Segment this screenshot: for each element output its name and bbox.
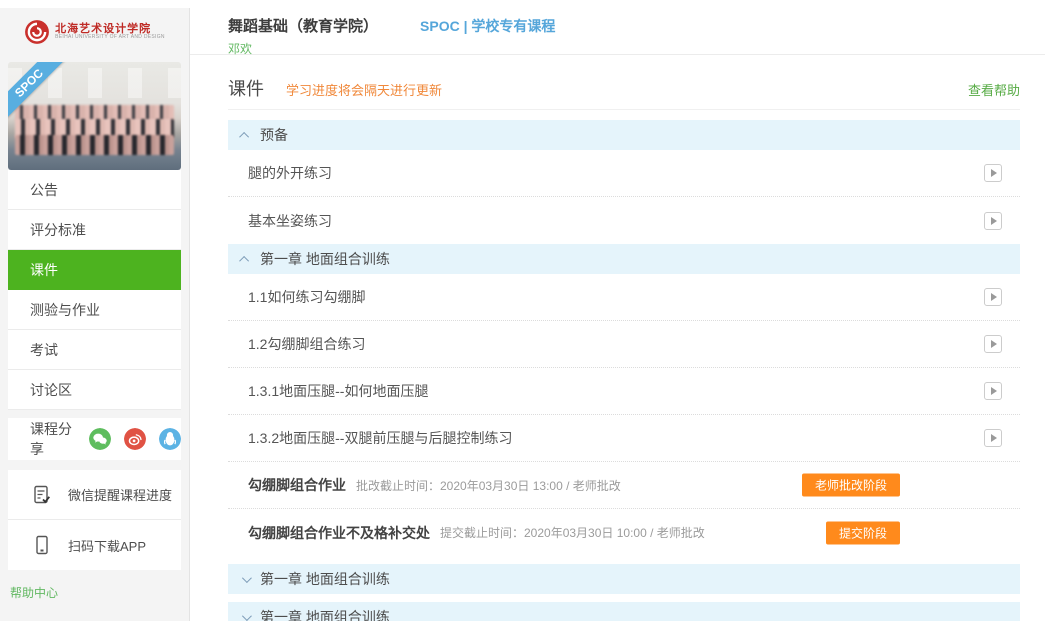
main-content: 课件 学习进度将会隔天进行更新 查看帮助 预备 腿的外开练习 基本坐姿练习 第一… xyxy=(190,55,1045,621)
play-icon[interactable] xyxy=(984,164,1002,182)
lesson-row[interactable]: 腿的外开练习 xyxy=(228,150,1020,197)
sidebar-item-grading-criteria[interactable]: 评分标准 xyxy=(8,210,181,250)
section-header-chapter1[interactable]: 第一章 地面组合训练 xyxy=(228,244,1020,274)
status-badge: 老师批改阶段 xyxy=(801,473,900,497)
chevron-up-icon xyxy=(239,255,250,266)
assignment-title: 勾绷脚组合作业 xyxy=(248,477,346,493)
school-logo-icon xyxy=(25,19,50,44)
weibo-icon[interactable] xyxy=(124,428,146,450)
section-header-prep[interactable]: 预备 xyxy=(228,120,1020,150)
scan-download-button[interactable]: 扫码下载APP xyxy=(8,520,181,570)
assignment-title: 勾绷脚组合作业不及格补交处 xyxy=(248,524,430,541)
progress-update-notice: 学习进度将会隔天进行更新 xyxy=(286,83,443,98)
sidebar-item-exams[interactable]: 考试 xyxy=(8,330,181,370)
page-title: 课件 xyxy=(228,79,264,99)
phone-icon xyxy=(36,535,48,555)
sidebar-menu: 公告 评分标准 课件 测验与作业 考试 讨论区 xyxy=(8,170,181,410)
course-share-label: 课程分享 xyxy=(30,421,72,457)
wechat-icon[interactable] xyxy=(89,428,111,450)
section-title: 预备 xyxy=(260,127,288,143)
play-icon[interactable] xyxy=(984,335,1002,353)
lesson-row[interactable]: 1.3.1地面压腿--如何地面压腿 xyxy=(228,368,1020,415)
lesson-row[interactable]: 1.3.2地面压腿--双腿前压腿与后腿控制练习 xyxy=(228,415,1020,462)
assignment-row[interactable]: 勾绷脚组合作业不及格补交处 提交截止时间：2020年03月30日 10:00 /… xyxy=(228,509,1020,556)
top-bar: 北海艺术设计学院 BEIHAI UNIVERSITY OF ART AND DE… xyxy=(0,8,1045,56)
divider xyxy=(228,109,1020,110)
course-header: 舞蹈基础（教育学院） SPOC | 学校专有课程 邓欢 xyxy=(190,8,1045,56)
view-help-link[interactable]: 查看帮助 xyxy=(968,80,1020,99)
play-icon[interactable] xyxy=(984,211,1002,230)
sidebar-tools: 微信提醒课程进度 扫码下载APP xyxy=(8,470,181,570)
photo-detail xyxy=(14,135,175,155)
lesson-title: 基本坐姿练习 xyxy=(248,212,332,229)
course-photo: SPOC xyxy=(8,62,181,170)
course-share: 课程分享 xyxy=(8,418,181,460)
sidebar-item-quizzes-homework[interactable]: 测验与作业 xyxy=(8,290,181,330)
course-type-label: SPOC | 学校专有课程 xyxy=(420,18,556,34)
assignment-row[interactable]: 勾绷脚组合作业 批改截止时间：2020年03月30日 13:00 / 老师批改 … xyxy=(228,462,1020,509)
play-icon[interactable] xyxy=(984,382,1002,400)
chevron-down-icon xyxy=(241,572,252,583)
qq-icon[interactable] xyxy=(159,428,181,450)
wechat-reminder-button[interactable]: 微信提醒课程进度 xyxy=(8,470,181,520)
lesson-row[interactable]: 基本坐姿练习 xyxy=(228,197,1020,244)
help-center-link[interactable]: 帮助中心 xyxy=(8,584,181,601)
courseware-header: 课件 学习进度将会隔天进行更新 查看帮助 xyxy=(228,75,1020,99)
course-title: 舞蹈基础（教育学院） xyxy=(228,18,379,35)
section-header-collapsed[interactable]: 第一章 地面组合训练 xyxy=(228,564,1020,594)
school-name-cn: 北海艺术设计学院 xyxy=(55,22,152,35)
lesson-title: 1.3.1地面压腿--如何地面压腿 xyxy=(248,383,429,399)
wechat-reminder-label: 微信提醒课程进度 xyxy=(68,488,173,503)
section-header-collapsed[interactable]: 第一章 地面组合训练 xyxy=(228,602,1020,621)
sidebar-item-courseware[interactable]: 课件 xyxy=(8,250,181,290)
assignment-deadline: 批改截止时间：2020年03月30日 13:00 / 老师批改 xyxy=(356,478,621,493)
lesson-title: 1.1如何练习勾绷脚 xyxy=(248,289,366,305)
chevron-down-icon xyxy=(241,610,252,621)
lesson-row[interactable]: 1.1如何练习勾绷脚 xyxy=(228,274,1020,321)
section-title: 第一章 地面组合训练 xyxy=(260,251,390,267)
checklist-icon xyxy=(34,485,51,503)
sidebar-item-discussion[interactable]: 讨论区 xyxy=(8,370,181,410)
chevron-up-icon xyxy=(239,131,250,142)
play-icon[interactable] xyxy=(984,288,1002,306)
lesson-title: 腿的外开练习 xyxy=(248,165,332,181)
sidebar-item-announcements[interactable]: 公告 xyxy=(8,170,181,210)
section-title: 第一章 地面组合训练 xyxy=(260,609,390,621)
lesson-row[interactable]: 1.2勾绷脚组合练习 xyxy=(228,321,1020,368)
school-name-en: BEIHAI UNIVERSITY OF ART AND DESIGN xyxy=(55,33,165,40)
lesson-title: 1.2勾绷脚组合练习 xyxy=(248,336,366,352)
section-title: 第一章 地面组合训练 xyxy=(260,571,390,587)
lesson-title: 1.3.2地面压腿--双腿前压腿与后腿控制练习 xyxy=(248,430,513,446)
sidebar: SPOC 公告 评分标准 课件 测验与作业 考试 讨论区 课程分享 微信提醒课程… xyxy=(0,55,190,621)
scan-download-label: 扫码下载APP xyxy=(68,538,147,554)
assignment-deadline: 提交截止时间：2020年03月30日 10:00 / 老师批改 xyxy=(440,526,705,540)
status-badge: 提交阶段 xyxy=(825,521,900,544)
school-logo: 北海艺术设计学院 BEIHAI UNIVERSITY OF ART AND DE… xyxy=(0,8,190,55)
play-icon[interactable] xyxy=(984,429,1002,447)
